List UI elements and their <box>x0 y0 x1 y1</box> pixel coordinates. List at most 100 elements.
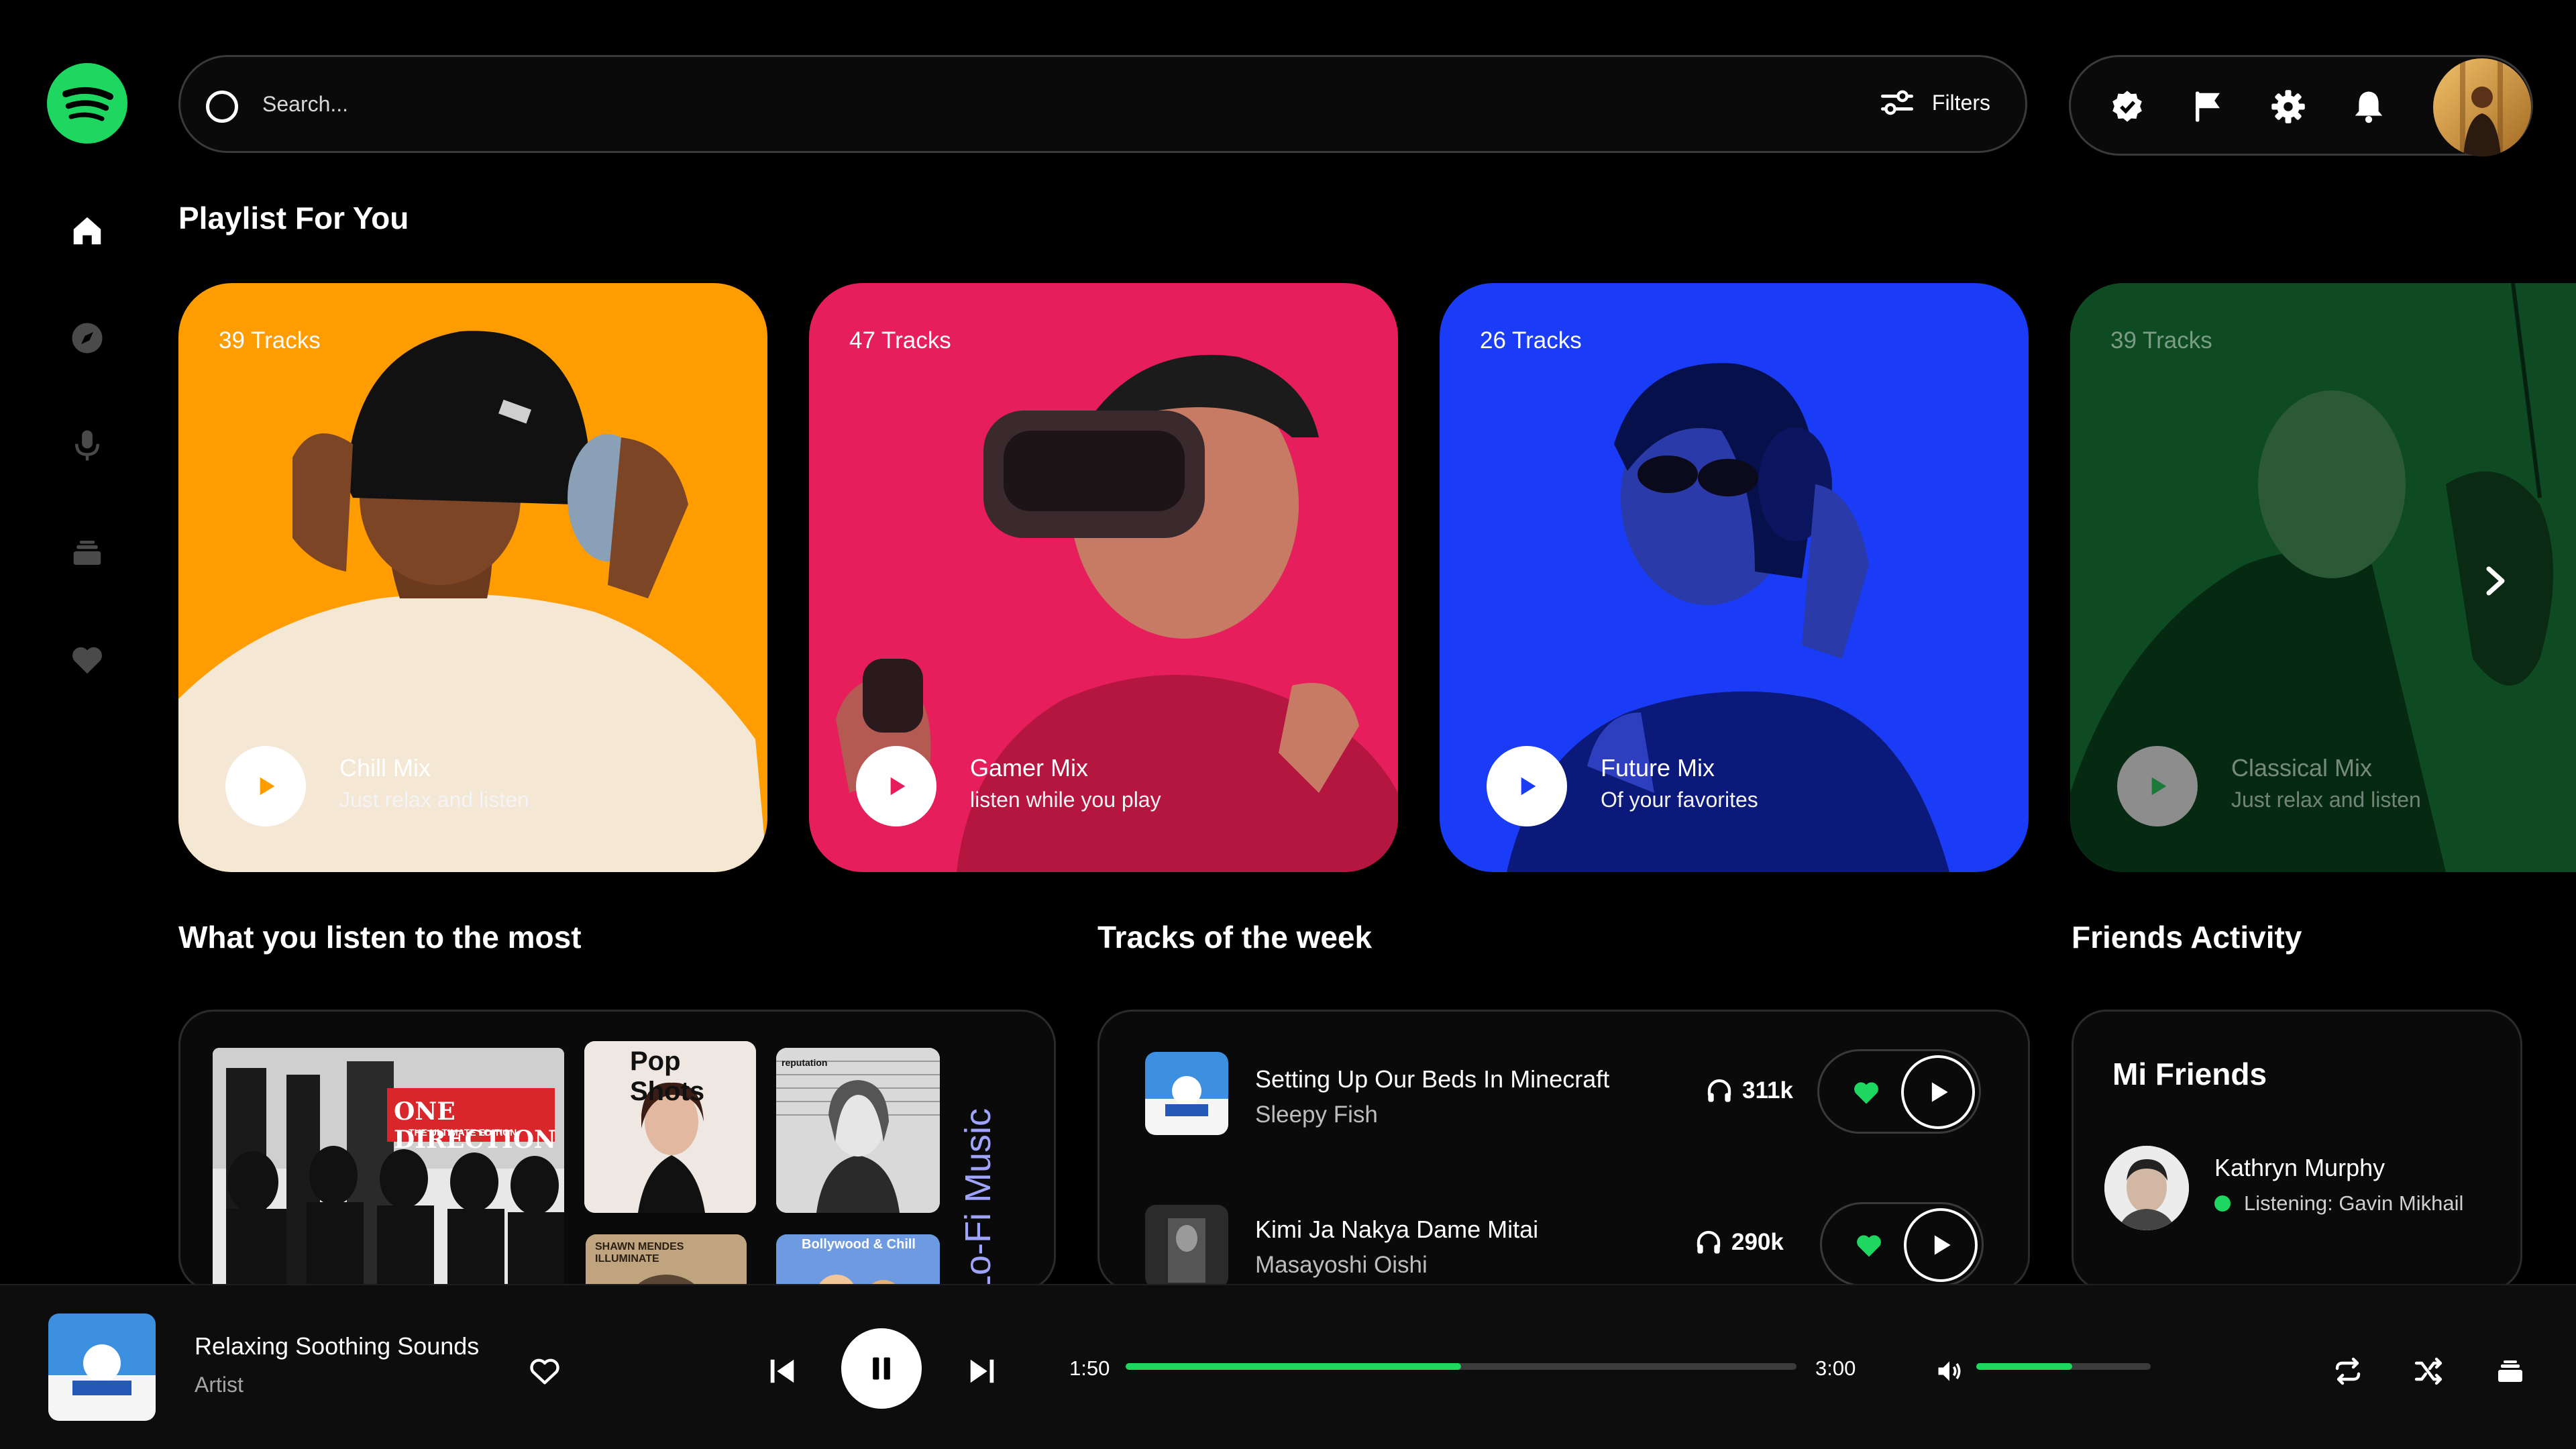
album-one-direction[interactable]: ONE DIRECTION THE ULTIMATE EDITION <box>213 1048 564 1289</box>
search-bar[interactable]: Search... Filters <box>178 55 2027 153</box>
playlist-title: Gamer Mix <box>970 754 1089 782</box>
most-listened-title: What you listen to the most <box>178 920 582 955</box>
play-icon <box>2151 777 2167 796</box>
lofi-music-label: Lo-Fi Music <box>945 1108 998 1295</box>
next-track-icon[interactable] <box>963 1352 1001 1390</box>
track-row[interactable]: Setting Up Our Beds In Minecraft Sleepy … <box>1099 1049 2028 1173</box>
queue-icon[interactable] <box>2490 1351 2530 1391</box>
playlist-card-chill[interactable]: 39 Tracks Chill Mix Just relax and liste… <box>178 283 767 872</box>
search-icon <box>206 91 238 123</box>
now-playing-artist: Artist <box>195 1373 244 1397</box>
heart-outline-icon[interactable] <box>525 1351 565 1391</box>
play-icon <box>1521 777 1536 796</box>
friends-activity-title: Friends Activity <box>2072 920 2302 955</box>
track-count: 39 Tracks <box>219 327 321 354</box>
total-time: 3:00 <box>1815 1356 1856 1380</box>
play-icon <box>1931 1082 1948 1102</box>
track-controls <box>1817 1049 1981 1134</box>
previous-track-icon[interactable] <box>763 1352 801 1390</box>
library-icon[interactable] <box>66 531 109 574</box>
volume-fill <box>1976 1363 2072 1370</box>
tracks-week-panel: Setting Up Our Beds In Minecraft Sleepy … <box>1097 1010 2030 1291</box>
heart-icon[interactable] <box>1850 1227 1888 1265</box>
play-button[interactable] <box>225 746 306 826</box>
sliders-icon <box>1880 90 1913 115</box>
bell-icon[interactable] <box>2349 87 2389 127</box>
home-icon[interactable] <box>66 209 109 252</box>
headphones-icon <box>1707 1079 1731 1102</box>
album-text: SHAWN MENDES ILLUMINATE <box>595 1241 684 1265</box>
header-icon-bar <box>2069 55 2533 156</box>
track-thumbnail <box>1145 1205 1228 1288</box>
play-icon <box>1934 1235 1951 1255</box>
heart-icon[interactable] <box>1847 1074 1885 1112</box>
track-count: 26 Tracks <box>1480 327 1582 354</box>
play-button[interactable] <box>2117 746 2198 826</box>
filters-button[interactable]: Filters <box>1880 89 1990 116</box>
album-text: Bollywood & Chill <box>802 1237 916 1252</box>
playlist-subtitle: Of your favorites <box>1601 788 1758 812</box>
volume-slider[interactable] <box>1976 1363 2151 1370</box>
track-title: Setting Up Our Beds In Minecraft <box>1255 1065 1610 1093</box>
friends-panel: Mi Friends Kathryn Murphy Listening: Gav… <box>2072 1010 2522 1291</box>
play-count: 311k <box>1742 1077 1793 1104</box>
track-play-button[interactable] <box>1901 1055 1975 1129</box>
check-badge-icon[interactable] <box>2107 87 2147 127</box>
progress-bar[interactable] <box>1126 1363 1796 1370</box>
album-bollywood-chill[interactable]: Bollywood & Chill <box>776 1234 940 1289</box>
repeat-icon[interactable] <box>2328 1351 2368 1391</box>
track-row[interactable]: Kimi Ja Nakya Dame Mitai Masayoshi Oishi… <box>1099 1202 2028 1289</box>
lofi-music-text: Lo-Fi Music <box>958 1108 998 1295</box>
microphone-icon[interactable] <box>66 424 109 467</box>
track-count: 47 Tracks <box>849 327 951 354</box>
current-time: 1:50 <box>1069 1356 1110 1380</box>
track-artist: Masayoshi Oishi <box>1255 1252 1428 1278</box>
album-shawn-mendes[interactable]: SHAWN MENDES ILLUMINATE <box>586 1234 747 1289</box>
compass-icon[interactable] <box>66 317 109 360</box>
pause-button[interactable] <box>841 1328 922 1409</box>
track-artist: Sleepy Fish <box>1255 1102 1378 1128</box>
shuffle-icon[interactable] <box>2408 1351 2449 1391</box>
filters-label: Filters <box>1931 90 1990 115</box>
now-playing-title: Relaxing Soothing Sounds <box>195 1332 480 1360</box>
spotify-logo[interactable] <box>47 63 127 144</box>
gear-icon[interactable] <box>2268 87 2308 127</box>
player-bar: Relaxing Soothing Sounds Artist 1:50 3:0… <box>0 1284 2576 1449</box>
track-count: 39 Tracks <box>2110 327 2212 354</box>
play-button[interactable] <box>1487 746 1567 826</box>
track-play-button[interactable] <box>1904 1208 1978 1282</box>
track-plays: 290k <box>1695 1229 1784 1256</box>
playlist-title: Chill Mix <box>339 754 431 782</box>
flag-icon[interactable] <box>2188 87 2228 127</box>
user-avatar[interactable] <box>2433 58 2531 156</box>
online-indicator <box>2214 1195 2231 1212</box>
now-playing-thumbnail[interactable] <box>48 1313 156 1421</box>
track-title: Kimi Ja Nakya Dame Mitai <box>1255 1216 1539 1243</box>
track-thumbnail <box>1145 1052 1228 1135</box>
most-listened-panel: ONE DIRECTION THE ULTIMATE EDITION Pop S… <box>178 1010 1056 1291</box>
playlist-title: Classical Mix <box>2231 754 2373 782</box>
one-direction-cover <box>213 1048 564 1289</box>
friend-name[interactable]: Kathryn Murphy <box>2214 1154 2385 1182</box>
play-icon <box>260 777 275 796</box>
volume-icon[interactable] <box>1931 1352 1968 1390</box>
playlist-subtitle: Just relax and listen <box>339 788 529 812</box>
friends-panel-title: Mi Friends <box>2112 1057 2267 1091</box>
playlist-card-future[interactable]: 26 Tracks Future Mix Of your favorites <box>1440 283 2029 872</box>
play-button[interactable] <box>856 746 936 826</box>
carousel-next-arrow[interactable] <box>2475 561 2516 601</box>
play-count: 290k <box>1731 1229 1784 1255</box>
album-reputation[interactable]: reputation <box>776 1048 940 1213</box>
album-pop-shots[interactable]: Pop Shots <box>584 1041 756 1213</box>
search-input[interactable]: Search... <box>262 92 348 117</box>
friend-avatar[interactable] <box>2104 1146 2189 1230</box>
album-text: Pop Shots <box>630 1046 705 1106</box>
reputation-cover <box>776 1048 940 1213</box>
headphones-icon <box>1697 1230 1721 1254</box>
track-plays: 311k <box>1706 1077 1793 1104</box>
pause-icon <box>873 1357 890 1380</box>
playlist-card-gamer[interactable]: 47 Tracks Gamer Mix listen while you pla… <box>809 283 1398 872</box>
heart-icon[interactable] <box>66 639 109 682</box>
track-controls <box>1820 1202 1984 1287</box>
friend-status: Listening: Gavin Mikhail <box>2214 1191 2463 1216</box>
